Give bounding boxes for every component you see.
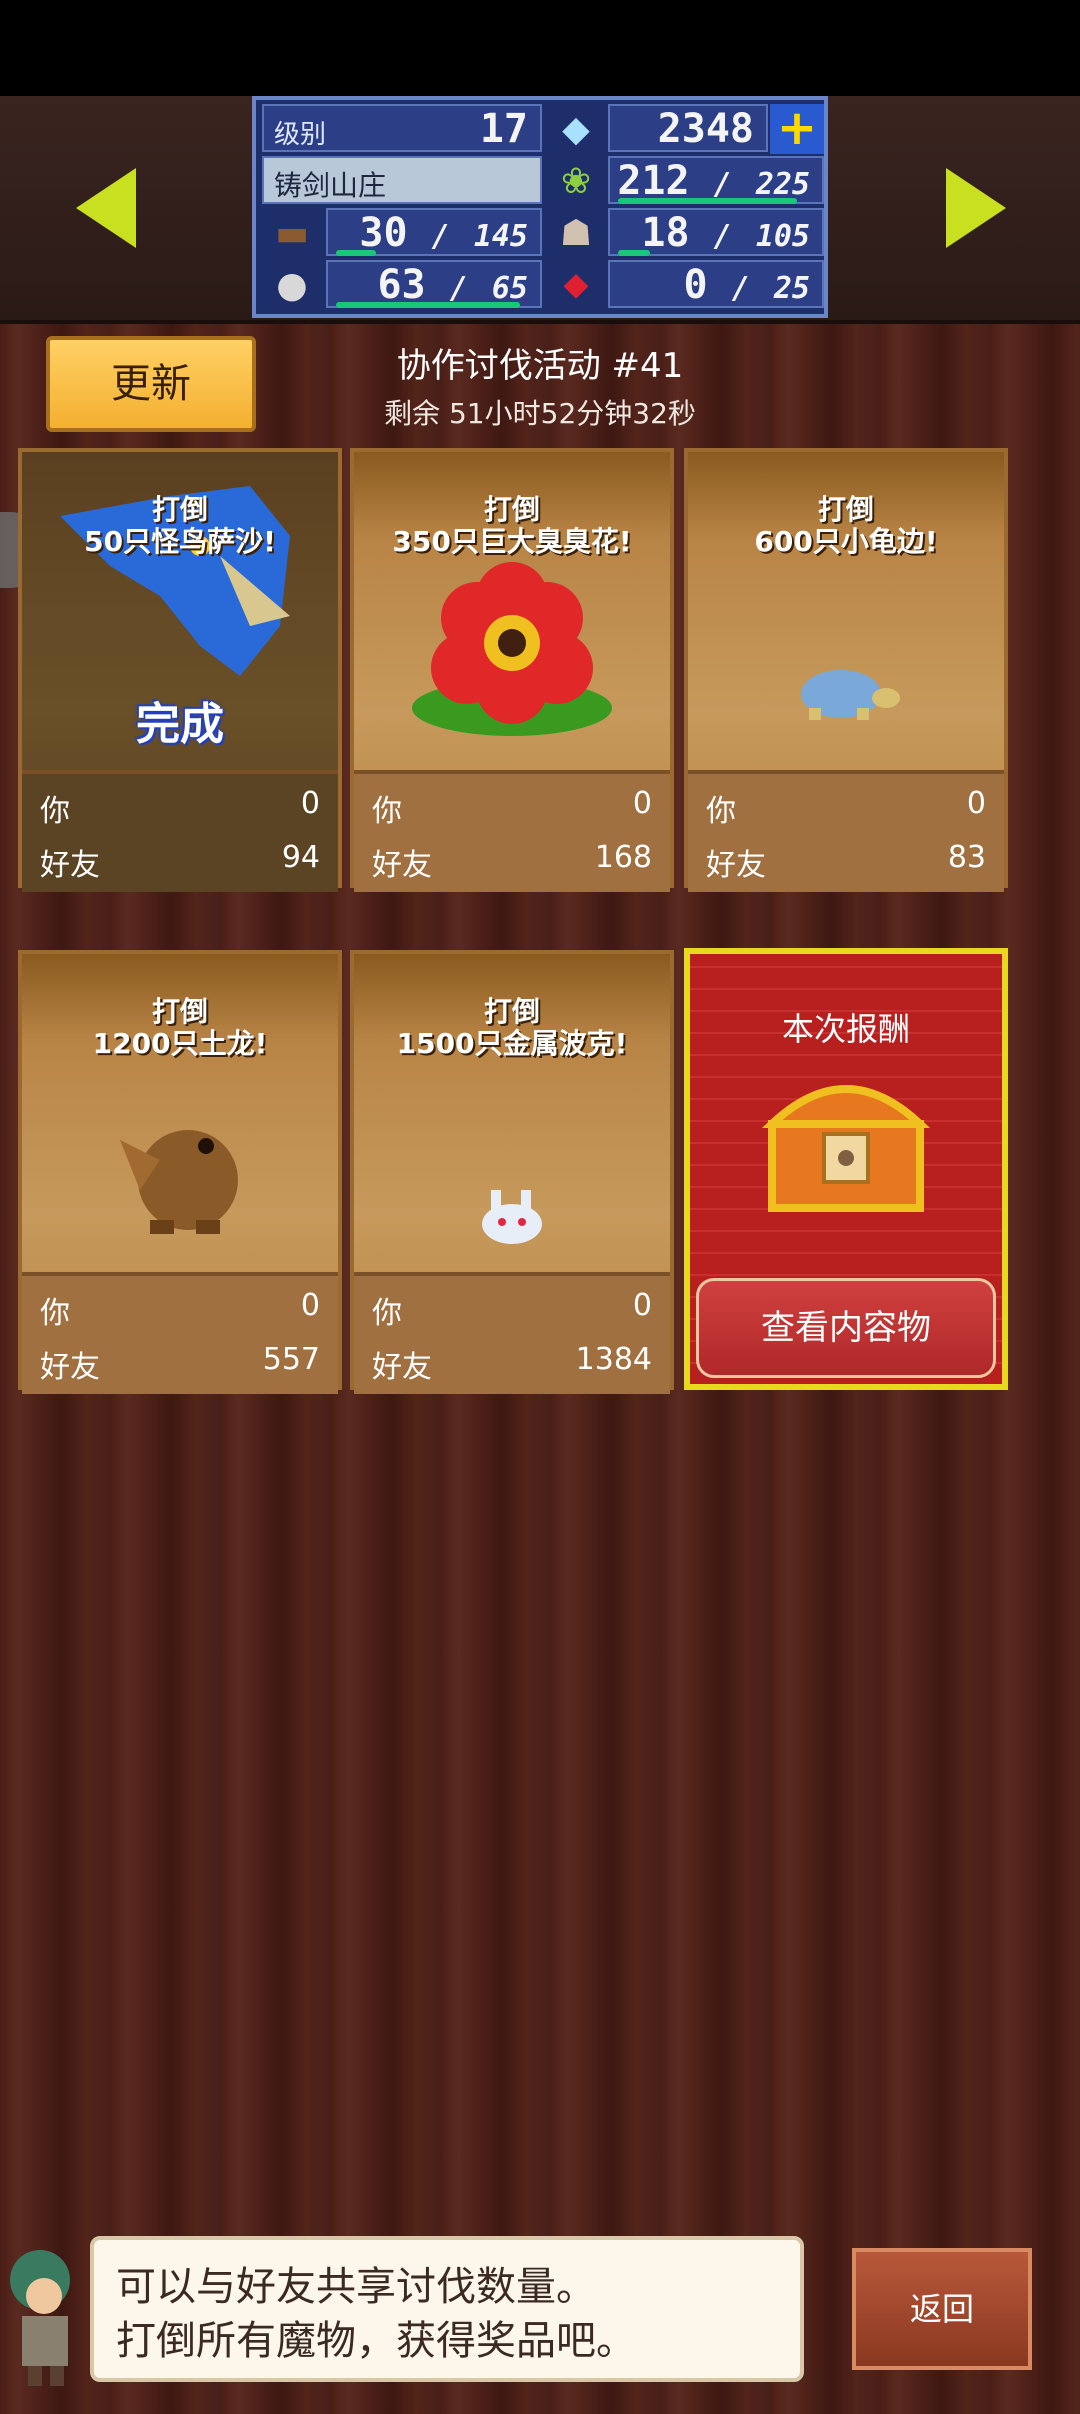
hint-message-box: 可以与好友共享讨伐数量。 打倒所有魔物，获得奖品吧。 xyxy=(90,2236,804,2382)
card-3-you-value: 0 xyxy=(966,786,986,821)
card-4-friend-label: 好友 xyxy=(40,1350,100,1385)
wood-bar xyxy=(336,250,376,256)
card-4-title-line2: 1200只土龙! xyxy=(92,1027,268,1060)
monster-metal-bunny-icon xyxy=(477,1186,547,1246)
card-5-you-value: 0 xyxy=(632,1288,652,1323)
stats-panel: 级别 17 ◆ 2348 + 铸剑山庄 ❀ 212 / 225 ▬ 30 / 1… xyxy=(252,96,828,318)
hint-line-2: 打倒所有魔物，获得奖品吧。 xyxy=(116,2318,636,2364)
card-1-you-label: 你 xyxy=(40,794,70,829)
card-2-stats: 你 0 好友 168 xyxy=(354,770,670,892)
prev-arrow-button[interactable] xyxy=(76,168,136,248)
town-name: 铸剑山庄 xyxy=(274,169,387,202)
food-icon: ❀ xyxy=(560,160,592,202)
level-label: 级别 xyxy=(274,120,327,150)
card-1-you-value: 0 xyxy=(300,786,320,821)
reward-title: 本次报酬 xyxy=(781,1010,910,1048)
stone-bar xyxy=(336,302,521,308)
level-cell: 级别 17 xyxy=(262,104,542,152)
wood-max: 145 xyxy=(473,219,528,254)
back-button[interactable]: 返回 xyxy=(852,2248,1032,2370)
card-3-friend-value: 83 xyxy=(947,840,986,875)
people-max: 105 xyxy=(755,219,810,254)
ruby-icon: ⬥ xyxy=(563,264,589,305)
view-contents-button[interactable]: 查看内容物 xyxy=(696,1278,996,1378)
gems-cell: 2348 xyxy=(608,104,768,152)
card-1-title-line2: 50只怪鸟萨沙! xyxy=(84,525,276,558)
stone-separator: / xyxy=(449,271,468,306)
town-name-cell: 铸剑山庄 xyxy=(262,156,542,204)
level-value: 17 xyxy=(479,106,528,152)
people-separator: / xyxy=(713,219,732,254)
wood-separator: / xyxy=(431,219,450,254)
monster-earth-dragon-icon xyxy=(110,1100,250,1240)
add-gems-button[interactable]: + xyxy=(770,104,824,154)
food-separator: / xyxy=(713,167,732,202)
event-time-left: 剩余 51小时52分钟32秒 xyxy=(384,397,696,430)
monster-flower-icon xyxy=(407,558,617,738)
update-button[interactable]: 更新 xyxy=(46,336,256,432)
card-5-stats: 你 0 好友 1384 xyxy=(354,1272,670,1394)
card-2-friend-value: 168 xyxy=(594,840,652,875)
diamond-icon: ◆ xyxy=(562,108,590,150)
people-cell: 18 / 105 xyxy=(608,208,824,256)
card-5-friend-value: 1384 xyxy=(575,1342,652,1377)
monster-turtle-icon xyxy=(791,664,901,724)
stone-max: 65 xyxy=(491,271,528,306)
card-1-stats: 你 0 好友 94 xyxy=(22,770,338,892)
card-5-friend-label: 好友 xyxy=(372,1350,432,1385)
card-3-friend-label: 好友 xyxy=(706,848,766,883)
card-4-you-value: 0 xyxy=(300,1288,320,1323)
stone-icon: ● xyxy=(276,264,308,306)
ruby-current: 0 xyxy=(683,262,708,308)
ruby-text: 0 / 25 xyxy=(684,262,810,308)
food-cell: 212 / 225 xyxy=(608,156,824,204)
wood-text: 30 / 145 xyxy=(359,210,528,256)
card-2-title-line2: 350只巨大臭臭花! xyxy=(392,525,632,558)
people-bar xyxy=(618,250,651,256)
card-4-you-label: 你 xyxy=(40,1296,70,1331)
people-icon: ☗ xyxy=(559,212,593,254)
card-2-you-label: 你 xyxy=(372,794,402,829)
hint-line-1: 可以与好友共享讨伐数量。 xyxy=(116,2264,596,2310)
card-1-status: 完成 xyxy=(136,699,224,750)
ruby-separator: / xyxy=(731,271,750,306)
mission-card-2[interactable]: 打倒 350只巨大臭臭花! 你 0 好友 168 xyxy=(350,448,674,892)
card-5-you-label: 你 xyxy=(372,1296,402,1331)
people-current: 18 xyxy=(641,210,690,256)
food-max: 225 xyxy=(755,167,810,202)
card-2-friend-label: 好友 xyxy=(372,848,432,883)
card-4-stats: 你 0 好友 557 xyxy=(22,1272,338,1394)
stone-cell: 63 / 65 xyxy=(326,260,542,308)
wood-cell: 30 / 145 xyxy=(326,208,542,256)
event-title: 协作讨伐活动 #41 xyxy=(396,346,684,386)
ruby-cell: 0 / 25 xyxy=(608,260,824,308)
people-text: 18 / 105 xyxy=(641,210,810,256)
status-bar-area xyxy=(0,0,1080,96)
card-1-friend-label: 好友 xyxy=(40,848,100,883)
card-5-title-line2: 1500只金属波克! xyxy=(396,1027,628,1060)
reward-card[interactable]: 本次报酬 查看内容物 xyxy=(684,948,1008,1390)
card-2-you-value: 0 xyxy=(632,786,652,821)
gems-value: 2348 xyxy=(657,106,754,152)
character-avatar xyxy=(0,2240,90,2390)
mission-card-5[interactable]: 打倒 1500只金属波克! 你 0 好友 1384 xyxy=(350,950,674,1394)
card-3-title-line2: 600只小龟边! xyxy=(754,525,938,558)
treasure-chest-icon xyxy=(761,1064,931,1214)
mission-card-1[interactable]: 打倒 50只怪鸟萨沙! 完成 你 0 好友 94 xyxy=(18,448,342,892)
food-bar xyxy=(618,198,797,204)
ruby-max: 25 xyxy=(773,271,810,306)
card-4-friend-value: 557 xyxy=(262,1342,320,1377)
mission-card-4[interactable]: 打倒 1200只土龙! 你 0 好友 557 xyxy=(18,950,342,1394)
next-arrow-button[interactable] xyxy=(946,168,1006,248)
card-3-stats: 你 0 好友 83 xyxy=(688,770,1004,892)
card-3-you-label: 你 xyxy=(706,794,736,829)
mission-card-3[interactable]: 打倒 600只小龟边! 你 0 好友 83 xyxy=(684,448,1008,892)
wood-icon: ▬ xyxy=(274,212,309,254)
card-1-friend-value: 94 xyxy=(281,840,320,875)
